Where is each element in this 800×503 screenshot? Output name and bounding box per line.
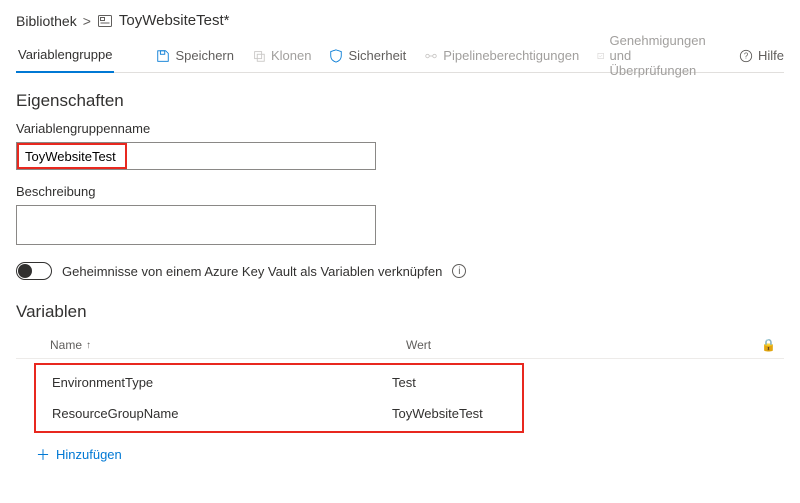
toolbar: Variablengruppe Speichern Klonen Sicherh… — [16, 39, 784, 73]
variable-name: ResourceGroupName — [52, 406, 392, 421]
security-button[interactable]: Sicherheit — [329, 48, 406, 63]
variable-value: Test — [392, 375, 522, 390]
pipeline-permissions-button: Pipelineberechtigungen — [424, 48, 579, 63]
breadcrumb: Bibliothek > ToyWebsiteTest* — [16, 12, 784, 29]
group-name-input[interactable] — [16, 142, 376, 170]
pipeline-permissions-label: Pipelineberechtigungen — [443, 48, 579, 63]
save-label: Speichern — [175, 48, 234, 63]
approvals-checks-button: Genehmigungen und Überprüfungen — [597, 33, 721, 78]
svg-text:?: ? — [744, 51, 749, 60]
breadcrumb-separator: > — [83, 13, 91, 29]
lock-icon: 🔒 — [761, 338, 776, 352]
description-label: Beschreibung — [16, 184, 784, 199]
save-icon — [156, 49, 170, 63]
description-input[interactable] — [16, 205, 376, 245]
breadcrumb-current: ToyWebsiteTest* — [119, 12, 230, 29]
checklist-icon — [597, 49, 604, 63]
variable-group-icon — [97, 13, 113, 29]
info-icon[interactable]: i — [452, 264, 466, 278]
name-label: Variablengruppenname — [16, 121, 784, 136]
variables-heading: Variablen — [16, 302, 784, 322]
add-variable-label: Hinzufügen — [56, 447, 122, 462]
keyvault-toggle[interactable] — [16, 262, 52, 280]
help-label: Hilfe — [758, 48, 784, 63]
col-value-label: Wert — [406, 338, 754, 352]
security-label: Sicherheit — [348, 48, 406, 63]
keyvault-toggle-label: Geheimnisse von einem Azure Key Vault al… — [62, 264, 442, 279]
clone-button: Klonen — [252, 48, 311, 63]
variable-row[interactable]: EnvironmentType Test — [36, 367, 522, 398]
tab-variable-group[interactable]: Variablengruppe — [16, 39, 114, 73]
highlight-variable-rows: EnvironmentType Test ResourceGroupName T… — [34, 363, 524, 433]
approvals-checks-label: Genehmigungen und Überprüfungen — [610, 33, 721, 78]
variable-row[interactable]: ResourceGroupName ToyWebsiteTest — [36, 398, 522, 429]
clone-label: Klonen — [271, 48, 311, 63]
clone-icon — [252, 49, 266, 63]
col-name-label[interactable]: Name — [50, 338, 82, 352]
help-button[interactable]: ? Hilfe — [739, 48, 784, 63]
save-button[interactable]: Speichern — [156, 48, 234, 63]
sort-asc-icon: ↑ — [86, 340, 91, 351]
variable-name: EnvironmentType — [52, 375, 392, 390]
plus-icon: ＋ — [36, 448, 50, 462]
properties-heading: Eigenschaften — [16, 91, 784, 111]
shield-icon — [329, 49, 343, 63]
breadcrumb-root[interactable]: Bibliothek — [16, 13, 77, 29]
variables-header-row: Name ↑ Wert 🔒 — [16, 332, 784, 359]
add-variable-button[interactable]: ＋ Hinzufügen — [36, 447, 784, 462]
variable-value: ToyWebsiteTest — [392, 406, 522, 421]
pipeline-icon — [424, 49, 438, 63]
help-icon: ? — [739, 49, 753, 63]
